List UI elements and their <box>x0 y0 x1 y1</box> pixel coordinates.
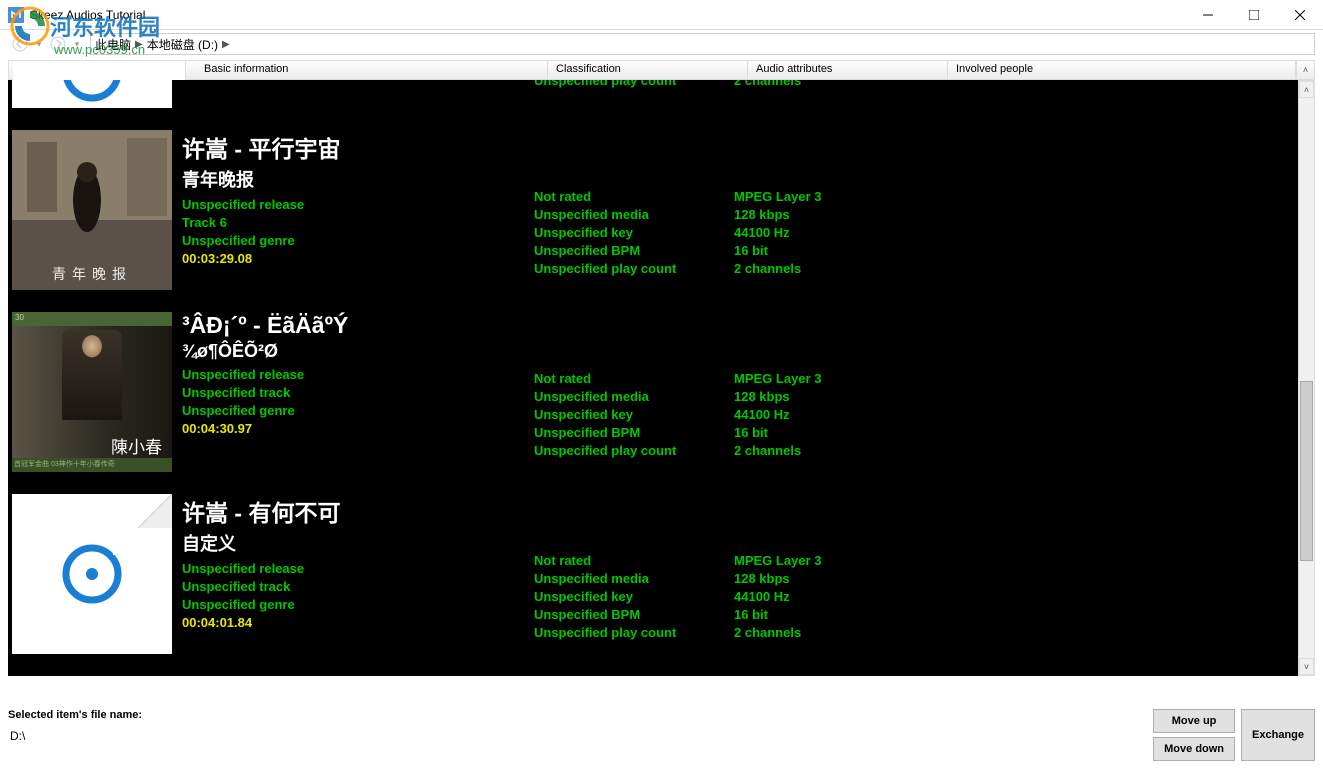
col-audio[interactable]: Audio attributes <box>748 61 948 79</box>
track-title: ³ÂÐ¡´º - ËãÄãºÝ <box>182 312 534 339</box>
close-button[interactable] <box>1277 0 1323 30</box>
track-title: 许嵩 - 平行宇宙 <box>182 130 534 164</box>
cover-art: 30 陳小春 首冠军金曲 03神作十年小春传奇 <box>12 312 172 472</box>
cover-text: 青年晚报 <box>12 264 172 284</box>
classification-info: Not rated Unspecified media Unspecified … <box>534 312 734 472</box>
classification-info: Not rated Unspecified media Unspecified … <box>534 494 734 654</box>
col-basic[interactable]: Basic information <box>196 61 548 79</box>
basic-info: 许嵩 - 平行宇宙 青年晚报 Unspecified release Track… <box>182 130 534 290</box>
cover-text: 陳小春 <box>111 433 162 458</box>
vertical-scrollbar[interactable]: ˄ ˅ <box>1298 80 1315 676</box>
titlebar: Skeez Audios Tutorial <box>0 0 1323 30</box>
track-list: Unspecified genre 00:04:36.97 Unspecifie… <box>8 80 1298 676</box>
column-headers: Cover art Basic information Classificati… <box>8 60 1315 80</box>
selected-file-path: D:\ <box>8 725 1147 747</box>
scroll-up-icon[interactable]: ˄ <box>1296 61 1314 79</box>
basic-info: ³ÂÐ¡´º - ËãÄãºÝ ¾ø¶ÔÊÕ²Ø Unspecified rel… <box>182 312 534 472</box>
cover-art-placeholder <box>12 494 172 654</box>
cover-art-placeholder <box>12 80 172 108</box>
nav-forward-dropdown[interactable]: ▾ <box>72 32 82 56</box>
breadcrumb-part-2[interactable]: 本地磁盘 (D:) <box>147 36 218 53</box>
toolbar: ▾ ▾ 此电脑 ▶ 本地磁盘 (D:) ▶ <box>0 30 1323 58</box>
window-title: Skeez Audios Tutorial <box>30 8 1185 22</box>
track-subtitle: 自定义 <box>182 530 534 556</box>
maximize-button[interactable] <box>1231 0 1277 30</box>
list-item[interactable]: 许嵩 - 有何不可 自定义 Unspecified release Unspec… <box>8 490 1298 672</box>
footer: Selected item's file name: D:\ Move up M… <box>0 703 1323 771</box>
cover-art: 青年晚报 <box>12 130 172 290</box>
nav-back-dropdown[interactable]: ▾ <box>34 32 44 56</box>
track-title: 许嵩 - 有何不可 <box>182 494 534 528</box>
col-involved[interactable]: Involved people <box>948 61 1296 79</box>
move-up-button[interactable]: Move up <box>1153 709 1235 733</box>
audio-info: MPEG Layer 3 128 kbps 44100 Hz 16 bit 2 … <box>734 130 934 290</box>
classification-info: Unspecified key Unspecified BPM Unspecif… <box>534 80 734 108</box>
page-fold-icon <box>138 494 172 528</box>
audio-info: MPEG Layer 3 128 kbps 44100 Hz 16 bit 2 … <box>734 494 934 654</box>
exchange-button[interactable]: Exchange <box>1241 709 1315 761</box>
basic-info: Unspecified genre 00:04:36.97 <box>182 80 534 108</box>
cover-top-text: 30 <box>12 312 172 326</box>
classification-info: Not rated Unspecified media Unspecified … <box>534 130 734 290</box>
disc-icon <box>57 80 127 107</box>
chevron-right-icon: ▶ <box>135 39 143 50</box>
list-item[interactable]: 青年晚报 许嵩 - 平行宇宙 青年晚报 Unspecified release … <box>8 126 1298 308</box>
selected-file-label: Selected item's file name: <box>8 709 1147 721</box>
scroll-up-button[interactable]: ˄ <box>1299 81 1314 98</box>
track-subtitle: 青年晚报 <box>182 166 534 192</box>
cover-bottom-text: 首冠军金曲 03神作十年小春传奇 <box>12 458 172 472</box>
nav-forward-button[interactable] <box>46 32 70 56</box>
col-class[interactable]: Classification <box>548 61 748 79</box>
basic-info: 许嵩 - 有何不可 自定义 Unspecified release Unspec… <box>182 494 534 654</box>
move-down-button[interactable]: Move down <box>1153 737 1235 761</box>
scroll-thumb[interactable] <box>1300 381 1313 561</box>
disc-icon <box>57 539 127 609</box>
list-item[interactable]: 30 陳小春 首冠军金曲 03神作十年小春传奇 ³ÂÐ¡´º - ËãÄãºÝ … <box>8 308 1298 490</box>
list-item[interactable]: Unspecified genre 00:04:36.97 Unspecifie… <box>8 80 1298 126</box>
breadcrumb-part-1[interactable]: 此电脑 <box>95 36 131 53</box>
audio-info: MPEG Layer 3 128 kbps 44100 Hz 16 bit 2 … <box>734 312 934 472</box>
audio-info: 44100 Hz 16 bit 2 channels <box>734 80 934 108</box>
breadcrumb[interactable]: 此电脑 ▶ 本地磁盘 (D:) ▶ <box>90 33 1315 55</box>
chevron-right-icon: ▶ <box>222 39 230 50</box>
nav-back-button[interactable] <box>8 32 32 56</box>
minimize-button[interactable] <box>1185 0 1231 30</box>
scroll-down-button[interactable]: ˅ <box>1299 658 1314 675</box>
app-icon <box>8 7 24 23</box>
track-subtitle: ¾ø¶ÔÊÕ²Ø <box>182 341 534 362</box>
